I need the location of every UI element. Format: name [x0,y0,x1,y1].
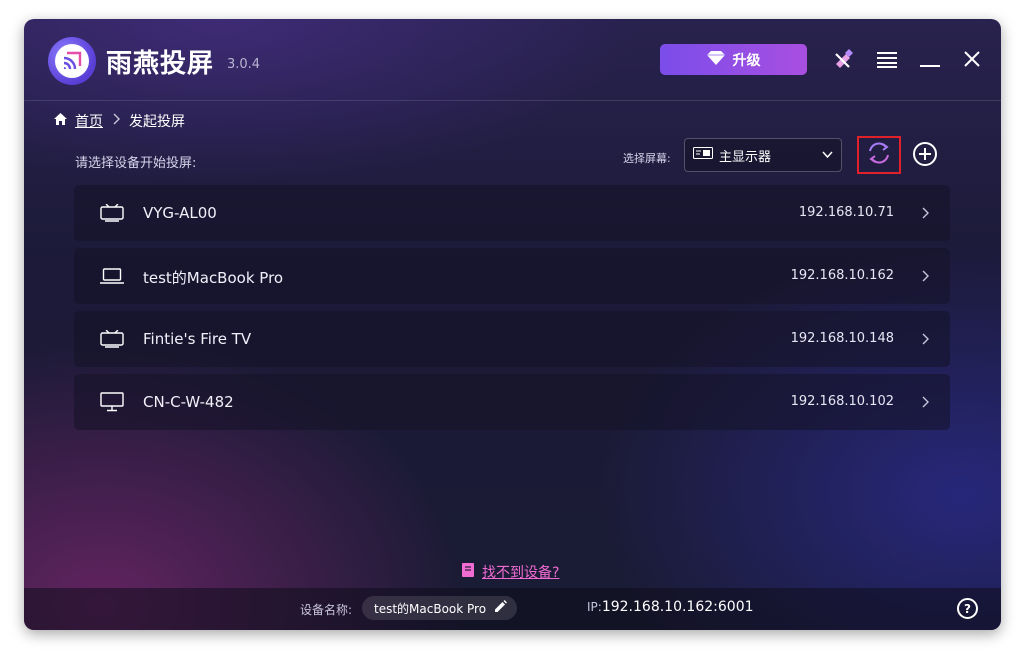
book-icon [462,563,474,581]
minimize-icon[interactable] [918,47,942,71]
device-name: Fintie's Fire TV [143,330,252,348]
upgrade-label: 升级 [732,52,761,69]
diamond-icon [706,50,725,69]
tv-icon [100,202,124,224]
screen-select-value: 主显示器 [719,149,772,165]
cannot-find-device-label: 找不到设备? [482,565,560,581]
chevron-right-icon [920,268,932,284]
device-row[interactable]: VYG-AL00 192.168.10.71 [74,185,950,241]
theme-brush-icon[interactable] [832,47,856,71]
device-row[interactable]: CN-C-W-482 192.168.10.102 [74,374,950,430]
chevron-down-icon [822,148,833,163]
status-footer: 设备名称: test的MacBook Pro IP:192.168.10.162… [24,588,1001,630]
screen-select-label: 选择屏幕: [623,152,671,165]
close-icon[interactable] [960,47,984,71]
app-name: 雨燕投屏 [106,49,215,79]
plus-circle-icon [912,141,938,171]
upgrade-button[interactable]: 升级 [660,44,807,75]
device-row[interactable]: Fintie's Fire TV 192.168.10.148 [74,311,950,367]
device-name: VYG-AL00 [143,204,217,222]
chevron-right-icon [920,331,932,347]
add-device-button[interactable] [912,141,938,171]
device-ip: 192.168.10.148 [790,331,894,346]
chevron-right-icon [920,205,932,221]
chevron-right-icon [111,113,121,129]
ip-prefix: IP: [587,600,602,614]
device-row[interactable]: test的MacBook Pro 192.168.10.162 [74,248,950,304]
tv-icon [100,328,124,350]
device-ip: 192.168.10.71 [798,205,894,220]
display-icon [693,147,713,163]
device-name: test的MacBook Pro [143,269,284,287]
title-bar: 雨燕投屏 3.0.4 升级 [24,19,1001,101]
breadcrumb-home-link[interactable]: 首页 [75,111,103,131]
device-list: VYG-AL00 192.168.10.71 test的MacBook Pro … [74,185,950,437]
help-icon[interactable]: ? [957,598,978,619]
breadcrumb: 首页 发起投屏 [54,111,185,131]
cannot-find-device-link[interactable]: 找不到设备? [462,562,559,582]
app-logo [48,37,96,85]
breadcrumb-current: 发起投屏 [129,114,185,130]
pencil-icon [494,600,508,616]
monitor-icon [100,391,124,413]
device-name: CN-C-W-482 [143,393,234,411]
screen-select-dropdown[interactable]: 主显示器 [684,138,842,172]
edit-device-name-button[interactable]: test的MacBook Pro [362,596,518,620]
ip-value: 192.168.10.162:6001 [601,599,754,615]
device-ip: 192.168.10.162 [790,268,894,283]
menu-icon[interactable] [875,47,899,71]
app-window: 雨燕投屏 3.0.4 升级 首页 发起投屏 请选择设备开始投屏: 选择屏幕: 主… [24,19,1001,630]
app-version: 3.0.4 [227,57,261,72]
chevron-right-icon [920,394,932,410]
device-ip: 192.168.10.102 [790,394,894,409]
select-device-prompt: 请选择设备开始投屏: [75,156,197,171]
local-ip: IP:192.168.10.162:6001 [587,599,754,615]
refresh-button[interactable] [857,136,901,174]
refresh-icon [866,140,892,170]
laptop-icon [100,265,124,287]
device-name-label: 设备名称: [300,603,353,617]
current-device-name: test的MacBook Pro [374,601,487,616]
home-icon[interactable] [54,113,67,129]
